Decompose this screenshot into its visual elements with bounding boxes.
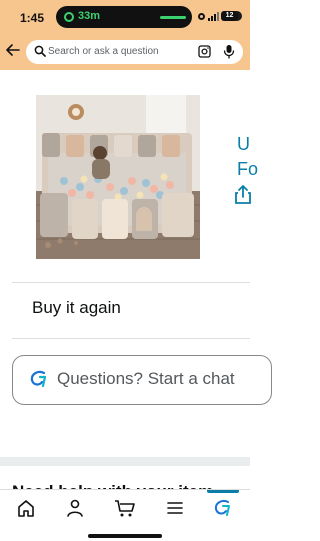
home-icon[interactable] [14, 498, 38, 518]
nav-selected-indicator [207, 490, 239, 493]
rufus-icon [30, 370, 47, 388]
home-indicator [88, 534, 162, 538]
camera-lens-icon[interactable] [198, 45, 211, 58]
divider [12, 338, 250, 339]
divider [12, 282, 250, 283]
share-icon[interactable] [235, 184, 251, 204]
active-call-pill[interactable]: 33m [56, 6, 242, 28]
menu-icon[interactable] [163, 498, 187, 518]
search-input[interactable]: Search or ask a question [48, 46, 159, 57]
audio-wave-icon [160, 16, 186, 19]
buy-it-again-link[interactable]: Buy it again [32, 298, 121, 318]
account-icon[interactable] [63, 498, 87, 518]
rufus-nav-icon[interactable] [211, 498, 235, 518]
status-bar: 1:45 33m 12 [0, 0, 250, 34]
battery-indicator: 12 [221, 11, 238, 21]
ask-questions-label: Questions? Start a chat [57, 369, 235, 388]
product-title-truncated[interactable]: U Fo [237, 132, 258, 182]
call-duration: 33m [78, 10, 101, 22]
microphone-icon[interactable] [222, 44, 236, 59]
back-arrow-icon[interactable] [5, 42, 21, 58]
focus-mode-icon [198, 13, 205, 20]
status-time: 1:45 [20, 11, 45, 25]
product-image[interactable] [36, 95, 200, 259]
app-header: 1:45 33m 12 Search or ask a question [0, 0, 250, 70]
signal-icon [208, 12, 219, 21]
search-icon [34, 45, 46, 57]
section-gap [0, 457, 250, 466]
cart-icon[interactable] [113, 498, 137, 518]
search-row: Search or ask a question [0, 38, 250, 66]
search-bar[interactable]: Search or ask a question [26, 40, 243, 64]
ask-questions-button[interactable]: Questions? Start a chat [12, 355, 272, 405]
phone-icon [64, 12, 74, 22]
